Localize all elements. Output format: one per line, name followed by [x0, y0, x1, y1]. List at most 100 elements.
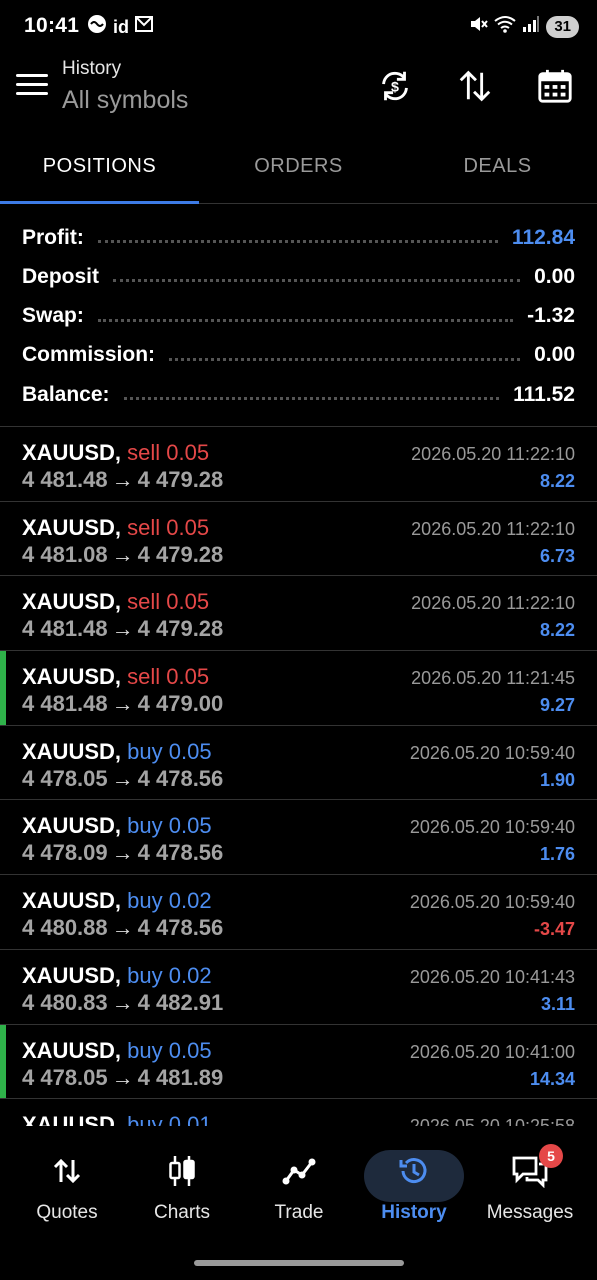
position-time: 2026.05.20 10:41:43 — [409, 966, 575, 987]
position-time: 2026.05.20 10:59:40 — [409, 742, 575, 763]
position-side: sell — [127, 440, 161, 465]
position-volume: 0.02 — [168, 888, 212, 914]
nav-trade[interactable]: Trade — [244, 1146, 354, 1236]
position-row[interactable]: XAUUSD, buy 0.05 4 478.05 → 4 478.56 2026.05… — [0, 726, 597, 801]
deposit-value: 0.00 — [534, 264, 575, 288]
position-profit: 14.34 — [529, 1068, 575, 1089]
position-marker — [0, 1024, 6, 1099]
arrow-right-icon: → — [111, 840, 134, 866]
balance-value: 111.52 — [513, 382, 575, 406]
position-row[interactable]: XAUUSD, buy 0.02 4 480.83 → 4 482.91 2026.05… — [0, 950, 597, 1025]
close-price: 4 479.00 — [137, 691, 224, 717]
position-volume: 0.05 — [166, 589, 210, 615]
trend-line-icon — [244, 1146, 354, 1196]
status-bar: 10:41 id 31 — [0, 0, 597, 52]
arrow-right-icon: → — [111, 765, 134, 791]
position-row[interactable]: XAUUSD, buy 0.01 2026.05.20 10:25:58 — [0, 1099, 597, 1126]
arrow-right-icon: → — [111, 467, 134, 492]
position-row[interactable]: XAUUSD, buy 0.05 4 478.05 → 4 481.89 2026.05… — [0, 1024, 597, 1100]
position-profit: -3.47 — [533, 919, 575, 940]
signal-icon — [522, 15, 540, 38]
position-profit: 8.22 — [539, 471, 575, 491]
position-symbol: XAUUSD, — [22, 440, 122, 465]
open-price: 4 481.48 — [22, 691, 108, 717]
close-price: 4 479.28 — [137, 616, 224, 642]
position-side: buy — [127, 813, 163, 839]
close-price: 4 478.56 — [137, 915, 224, 941]
open-price: 4 480.83 — [22, 989, 108, 1015]
position-time: 2026.05.20 10:59:40 — [409, 892, 575, 913]
position-volume: 0.05 — [168, 813, 212, 839]
open-price: 4 480.88 — [22, 915, 108, 941]
nav-charts[interactable]: Charts — [127, 1146, 237, 1236]
summary-row-balance: Balance: 111.52 — [22, 382, 575, 406]
position-volume: 0.05 — [168, 738, 212, 764]
arrow-right-icon: → — [111, 691, 134, 717]
quotes-arrows-icon — [12, 1146, 122, 1196]
arrow-right-icon: → — [111, 989, 134, 1015]
position-symbol: XAUUSD, — [22, 738, 122, 764]
arrow-right-icon: → — [111, 915, 134, 941]
position-profit: 8.22 — [539, 620, 575, 641]
battery-indicator: 31 — [546, 15, 579, 38]
nav-quotes[interactable]: Quotes — [12, 1146, 122, 1236]
nav-history[interactable]: History — [359, 1146, 469, 1236]
position-time: 2026.05.20 11:21:45 — [411, 668, 575, 689]
position-symbol: XAUUSD, — [22, 589, 122, 615]
close-price: 4 481.89 — [137, 1064, 224, 1090]
position-symbol: XAUUSD, — [22, 962, 122, 988]
position-time: 2026.05.20 10:59:40 — [409, 817, 575, 838]
mute-icon — [468, 14, 489, 39]
summary-row-commission: Commission: 0.00 — [22, 343, 575, 367]
position-time: 2026.05.20 11:22:10 — [411, 518, 575, 539]
messages-badge: 5 — [539, 1144, 563, 1168]
position-row[interactable]: XAUUSD, sell 0.05 4 481.48 → 4 479.28 2026.0… — [0, 427, 597, 502]
close-price: 4 478.56 — [137, 765, 224, 791]
close-price: 4 478.56 — [137, 840, 224, 866]
position-time: 2026.05.20 11:22:10 — [411, 593, 575, 614]
status-time: 10:41 — [24, 14, 80, 37]
svg-text:$: $ — [391, 80, 399, 96]
tab-deals[interactable]: DEALS — [398, 132, 597, 203]
account-summary: Profit: 112.84 Deposit 0.00 Swap: -1.32 … — [22, 218, 575, 414]
history-tabs: POSITIONS ORDERS DEALS — [0, 132, 597, 204]
calendar-icon[interactable] — [535, 66, 575, 106]
open-price: 4 478.09 — [22, 840, 108, 866]
sort-icon[interactable] — [455, 66, 495, 106]
summary-row-swap: Swap: -1.32 — [22, 304, 575, 328]
position-row[interactable]: XAUUSD, buy 0.05 4 478.09 → 4 478.56 2026.05… — [0, 800, 597, 876]
position-volume: 0.05 — [166, 664, 210, 690]
position-row[interactable]: XAUUSD, sell 0.05 4 481.48 → 4 479.00 2026.0… — [0, 651, 597, 726]
open-price: 4 481.48 — [22, 616, 108, 642]
symbol-filter[interactable]: All symbols — [62, 86, 188, 115]
home-indicator[interactable] — [194, 1260, 404, 1266]
position-side: sell — [127, 514, 161, 540]
position-symbol: XAUUSD, — [22, 1112, 122, 1126]
position-row[interactable]: XAUUSD, sell 0.05 4 481.48 → 4 479.28 2026.0… — [0, 576, 597, 652]
page-title: History — [62, 58, 122, 79]
candlestick-icon — [127, 1146, 237, 1196]
summary-row-profit: Profit: 112.84 — [22, 225, 575, 249]
position-symbol: XAUUSD, — [22, 888, 122, 914]
position-profit: 9.27 — [539, 695, 575, 716]
arrow-right-icon: → — [111, 616, 134, 642]
position-profit: 1.76 — [539, 844, 575, 865]
wifi-icon — [494, 15, 516, 38]
position-volume: 0.05 — [168, 1037, 212, 1063]
tab-positions[interactable]: POSITIONS — [0, 132, 199, 204]
currency-exchange-icon[interactable]: $ — [375, 66, 415, 106]
position-row[interactable]: XAUUSD, buy 0.02 4 480.88 → 4 478.56 2026.05… — [0, 875, 597, 950]
hamburger-menu-icon[interactable] — [14, 66, 50, 102]
open-price: 4 478.05 — [22, 1064, 108, 1090]
tab-orders[interactable]: ORDERS — [199, 132, 398, 203]
nav-messages[interactable]: 5 Messages — [475, 1144, 585, 1236]
position-side: buy — [127, 1037, 163, 1063]
position-row[interactable]: XAUUSD, sell 0.05 4 481.08 → 4 479.28 2026.0… — [0, 502, 597, 577]
position-profit: 3.11 — [540, 993, 575, 1014]
notification-app-icon — [86, 14, 108, 39]
swap-value: -1.32 — [527, 304, 575, 328]
close-price: 4 479.28 — [137, 541, 224, 567]
open-price: 4 481.08 — [22, 541, 108, 567]
position-time: 2026.05.20 10:25:58 — [410, 1116, 575, 1126]
positions-list[interactable]: XAUUSD, sell 0.05 4 481.48 → 4 479.28 2026.0… — [0, 426, 597, 1126]
